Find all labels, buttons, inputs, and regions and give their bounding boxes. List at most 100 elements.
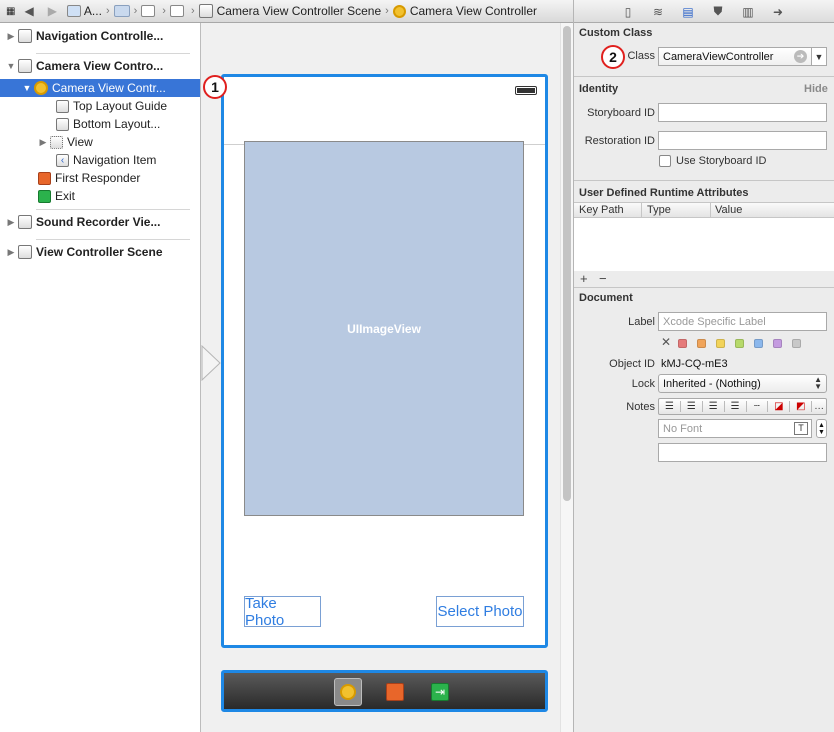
notes-text-area[interactable] [658, 443, 827, 462]
take-photo-label: Take Photo [245, 594, 285, 629]
outline-item-view-controller-scene[interactable]: ▶ View Controller Scene [0, 243, 200, 261]
outline-item-navigation-item[interactable]: ‹ Navigation Item [54, 151, 156, 169]
layout-guide-icon [56, 117, 69, 131]
jump-crumb-file2[interactable] [169, 0, 187, 22]
font-picker-icon[interactable]: T [794, 422, 808, 435]
disclosure-triangle-icon[interactable]: ▼ [22, 83, 32, 93]
camera-view-controller-scene[interactable]: UIImageView Take Photo Select Photo [221, 74, 548, 648]
hide-section-link[interactable]: Hide [804, 83, 828, 95]
runtime-attributes-table[interactable] [574, 218, 834, 271]
outline-item-bottom-layout-guide[interactable]: Bottom Layout... [54, 115, 160, 133]
jump-crumb-controller[interactable]: Camera View Controller [392, 0, 537, 22]
outline-item-view[interactable]: ▶ View [38, 133, 93, 151]
align-right-icon[interactable]: ☰ [703, 401, 725, 412]
outline-item-top-layout-guide[interactable]: Top Layout Guide [54, 97, 167, 115]
image-view[interactable]: UIImageView [244, 141, 524, 516]
document-outline: ▶ Navigation Controlle... ▼ Camera View … [0, 23, 201, 732]
label-color-red[interactable] [678, 339, 687, 348]
lock-popup[interactable]: Inherited - (Nothing) ▲ ▼ [658, 374, 827, 393]
disclosure-triangle-icon[interactable]: ▶ [38, 137, 48, 148]
back-arrow-icon[interactable]: ◀ [24, 0, 33, 22]
align-natural-icon[interactable]: ┄ [747, 401, 769, 412]
background-color-icon[interactable]: ◩ [790, 401, 813, 412]
more-options-icon[interactable]: … [812, 401, 826, 412]
label-color-gray[interactable] [792, 339, 801, 348]
file-inspector-icon[interactable]: ▯ [620, 4, 636, 19]
related-items-icon[interactable]: ▦ [6, 0, 16, 22]
outline-item-label: Camera View Contr... [52, 81, 166, 95]
outline-item-sound-recorder-scene[interactable]: ▶ Sound Recorder Vie... [0, 213, 200, 231]
step-badge-1: 1 [203, 75, 227, 99]
take-photo-button[interactable]: Take Photo [244, 594, 321, 629]
size-inspector-icon[interactable]: ▥ [740, 4, 756, 19]
outline-item-exit[interactable]: Exit [36, 187, 75, 205]
class-combobox[interactable]: CameraViewController ➔ [658, 47, 812, 66]
restoration-id-field[interactable] [658, 131, 827, 150]
label-color-green[interactable] [735, 339, 744, 348]
layout-guide-icon [56, 99, 69, 113]
identity-inspector-icon[interactable]: ▤ [680, 4, 696, 19]
go-to-class-arrow-icon[interactable]: ➔ [794, 50, 807, 63]
use-storyboard-id-checkbox[interactable] [659, 155, 671, 167]
remove-attribute-button[interactable]: − [599, 271, 607, 286]
label-color-blue[interactable] [754, 339, 763, 348]
column-key-path[interactable]: Key Path [579, 204, 624, 216]
exit-icon: ⇥ [431, 683, 449, 701]
chevron-down-icon: ▼ [814, 51, 824, 62]
jump-crumb-folder[interactable] [113, 0, 130, 22]
quick-help-icon[interactable]: ≋ [650, 4, 666, 19]
dock-view-controller-slot[interactable] [334, 678, 362, 706]
outline-item-label: View Controller Scene [36, 245, 163, 259]
notes-label: Notes [626, 401, 655, 413]
align-justify-icon[interactable]: ☰ [725, 401, 747, 412]
divider [36, 53, 190, 54]
disclosure-triangle-icon[interactable]: ▼ [6, 61, 16, 71]
connections-inspector-icon[interactable]: ➜ [770, 4, 786, 19]
dock-exit-slot[interactable]: ⇥ [426, 678, 454, 706]
stepper-arrows-icon: ▲ ▼ [818, 421, 825, 436]
document-label-field[interactable]: Xcode Specific Label [658, 312, 827, 331]
add-attribute-button[interactable]: + [580, 271, 588, 286]
view-controller-icon [392, 4, 406, 18]
object-id-label: Object ID [609, 358, 655, 370]
dock-first-responder-slot[interactable] [381, 678, 409, 706]
column-type[interactable]: Type [647, 204, 671, 216]
storyboard-base-icon [169, 5, 184, 17]
disclosure-triangle-icon[interactable]: ▶ [6, 31, 16, 42]
storyboard-file-icon [141, 5, 156, 17]
outline-item-first-responder[interactable]: First Responder [36, 169, 140, 187]
view-controller-icon [34, 81, 48, 95]
navigation-bar[interactable] [224, 77, 545, 145]
jump-crumb-project[interactable]: A... [66, 0, 102, 22]
outline-item-label: Bottom Layout... [73, 117, 161, 131]
jump-crumb-scene[interactable]: Camera View Controller Scene [198, 0, 381, 22]
attributes-inspector-icon[interactable]: ⛊ [710, 4, 726, 19]
outline-item-camera-view-controller[interactable]: ▼ Camera View Contr... [0, 79, 200, 97]
disclosure-triangle-icon[interactable]: ▶ [6, 247, 16, 258]
outline-item-camera-view-controller-scene[interactable]: ▼ Camera View Contro... [0, 57, 200, 75]
label-color-purple[interactable] [773, 339, 782, 348]
align-center-icon[interactable]: ☰ [681, 401, 703, 412]
select-photo-button[interactable]: Select Photo [436, 596, 524, 627]
class-dropdown-button[interactable]: ▼ [811, 47, 827, 66]
storyboard-id-field[interactable] [658, 103, 827, 122]
forward-arrow-icon[interactable]: ▶ [48, 0, 57, 22]
label-color-yellow[interactable] [716, 339, 725, 348]
crumb-separator-icon: › [105, 5, 110, 17]
column-value[interactable]: Value [715, 204, 742, 216]
align-left-icon[interactable]: ☰ [659, 401, 681, 412]
outline-item-navigation-controller-scene[interactable]: ▶ Navigation Controlle... [0, 27, 200, 45]
jump-crumb-file[interactable] [141, 0, 158, 22]
font-size-stepper[interactable]: ▲ ▼ [816, 419, 827, 438]
label-color-orange[interactable] [697, 339, 706, 348]
updown-arrows-icon: ▲ ▼ [814, 375, 822, 391]
object-id-value: kMJ-CQ-mE3 [661, 358, 728, 370]
font-field[interactable]: No Font T [658, 419, 812, 438]
clear-label-color-icon[interactable]: ✕ [661, 335, 671, 349]
canvas-scroll-thumb[interactable] [563, 26, 571, 501]
outline-item-label: First Responder [55, 171, 141, 185]
section-divider [574, 76, 834, 77]
disclosure-triangle-icon[interactable]: ▶ [6, 217, 16, 228]
section-divider [574, 180, 834, 181]
text-color-icon[interactable]: ◪ [768, 401, 791, 412]
